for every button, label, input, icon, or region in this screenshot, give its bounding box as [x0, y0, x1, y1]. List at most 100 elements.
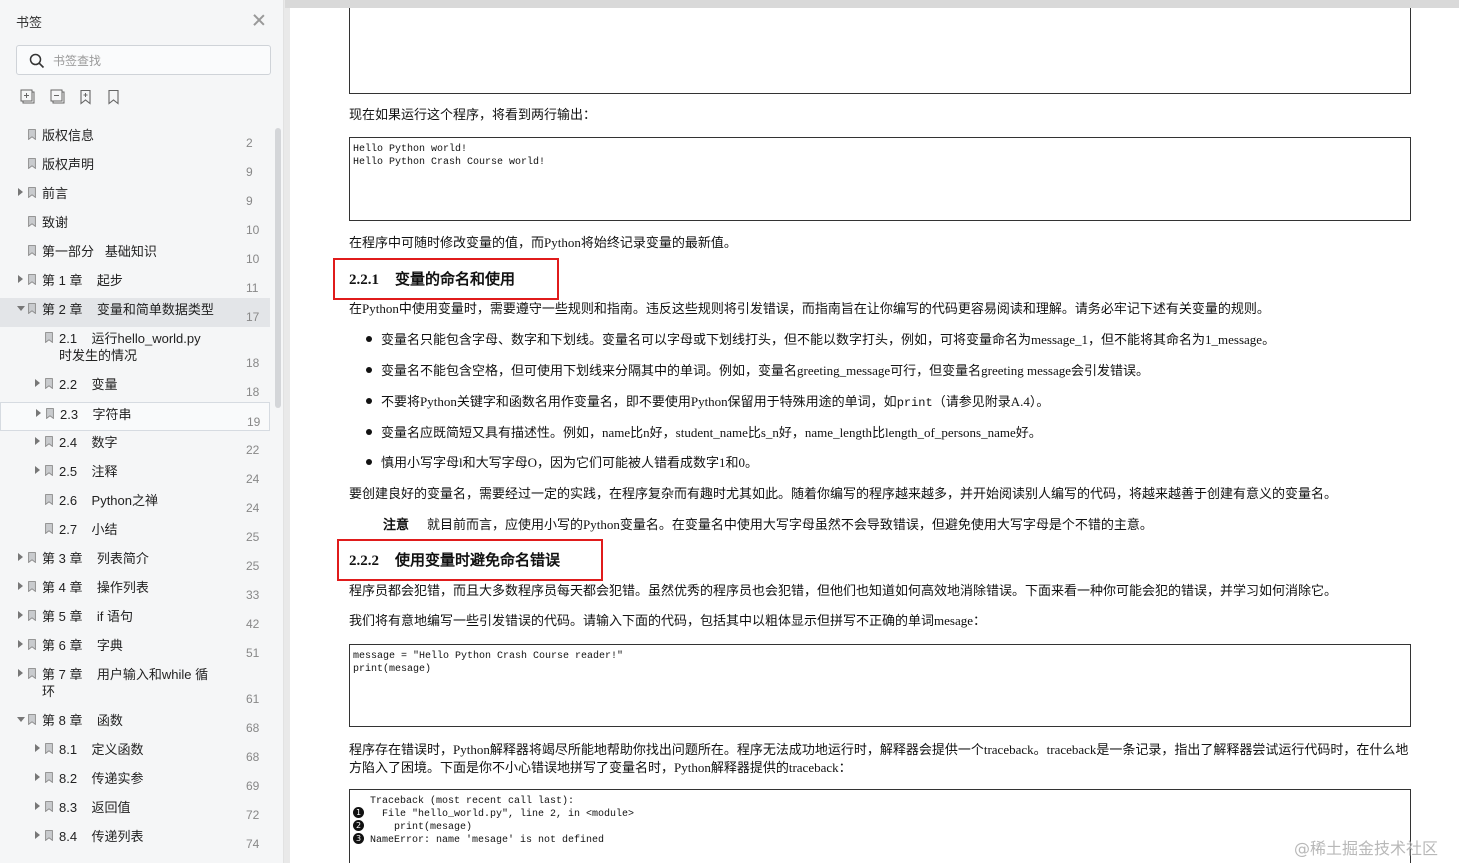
bookmark-icon	[45, 332, 53, 343]
collapse-all-icon[interactable]	[50, 89, 66, 105]
bookmark-icon	[28, 610, 36, 621]
paragraph-rules: 在Python中使用变量时，需要遵守一些规则和指南。违反这些规则将引发错误，而指…	[349, 301, 1270, 316]
paragraph-intent: 我们将有意地编写一些引发错误的代码。请输入下面的代码，包括其中以粗体显示但拼写不…	[349, 613, 986, 628]
bookmark-page-number: 33	[246, 588, 260, 602]
expand-all-icon[interactable]	[20, 89, 36, 105]
bookmark-page-number: 42	[246, 617, 260, 631]
bookmark-item[interactable]: 第一部分 基础知识 10	[0, 240, 270, 269]
output-code-box: Hello Python world! Hello Python Crash C…	[349, 137, 1411, 221]
section-title: 使用变量时避免命名错误	[395, 553, 561, 569]
chevron-right-icon[interactable]	[36, 409, 41, 417]
bookmark-icon	[45, 436, 53, 447]
paragraph-create-names: 要创建良好的变量名，需要经过一定的实践，在程序复杂而有趣时尤其如此。随着你编写的…	[349, 486, 1338, 501]
bookmark-search-box[interactable]	[16, 45, 271, 75]
bookmark-page-number: 74	[246, 837, 260, 851]
bookmark-item[interactable]: 致谢 10	[0, 211, 270, 240]
bookmark-page-number: 69	[246, 779, 260, 793]
bookmark-item[interactable]: 2.6 Python之禅 24	[0, 489, 270, 518]
bullet-text: 慎用小写字母l和大写字母O，因为它们可能被人错看成数字1和0。	[381, 455, 759, 470]
bookmark-icon	[28, 216, 36, 227]
chevron-right-icon[interactable]	[35, 379, 40, 387]
bookmark-item[interactable]: 第 7 章 用户输入和while 循 环 61	[0, 663, 270, 709]
bookmark-icon	[28, 187, 36, 198]
bookmark-icon	[28, 274, 36, 285]
bookmark-item[interactable]: 第 1 章 起步 11	[0, 269, 270, 298]
chevron-right-icon[interactable]	[18, 611, 23, 619]
bookmark-page-number: 72	[246, 808, 260, 822]
bookmark-page-number: 68	[246, 721, 260, 735]
chevron-right-icon[interactable]	[18, 553, 23, 561]
bookmark-item[interactable]: 版权信息 2	[0, 124, 270, 153]
bookmark-label: 第 4 章 操作列表	[42, 580, 149, 595]
watermark: @稀土掘金技术社区	[1294, 839, 1439, 858]
chevron-right-icon[interactable]	[35, 437, 40, 445]
bullet-item: 变量名应既简短又具有描述性。例如，name比n好，student_name比s_…	[366, 424, 1042, 442]
bookmark-icon	[28, 158, 36, 169]
bookmark-item[interactable]: 8.4 传递列表 74	[0, 825, 270, 854]
bookmark-page-number: 24	[246, 472, 260, 486]
chevron-right-icon[interactable]	[18, 582, 23, 590]
bookmark-item[interactable]: 前言 9	[0, 182, 270, 211]
chevron-down-icon[interactable]	[17, 717, 25, 722]
bookmark-item[interactable]: 第 3 章 列表简介 25	[0, 547, 270, 576]
bookmark-item[interactable]: 第 4 章 操作列表 33	[0, 576, 270, 605]
bookmark-label: 8.3 返回值	[59, 800, 131, 815]
bullet-text: 变量名只能包含字母、数字和下划线。变量名可以字母或下划线打头，但不能以数字打头，…	[381, 332, 1276, 347]
bookmark-item[interactable]: 2.2 变量 18	[0, 373, 270, 402]
bookmark-icon	[45, 830, 53, 841]
traceback-code-box: Traceback (most recent call last): 1 File…	[349, 789, 1411, 863]
chevron-right-icon[interactable]	[18, 669, 23, 677]
bookmark-item[interactable]: 8.2 传递实参 69	[0, 767, 270, 796]
bookmark-page-number: 10	[246, 223, 260, 237]
bookmark-page-number: 9	[246, 165, 253, 179]
bookmark-page-number: 2	[246, 136, 253, 150]
bookmark-icon	[45, 378, 53, 389]
bookmark-item[interactable]: 2.1 运行hello_world.py 时发生的情况 18	[0, 327, 270, 373]
bookmark-item[interactable]: 2.4 数字 22	[0, 431, 270, 460]
close-icon[interactable]	[251, 12, 267, 28]
chevron-right-icon[interactable]	[35, 466, 40, 474]
bookmark-item[interactable]: 2.7 小结 25	[0, 518, 270, 547]
bookmark-label: 版权声明	[42, 157, 95, 172]
bookmark-item[interactable]: 第 2 章 变量和简单数据类型 17	[0, 298, 270, 327]
bookmark-icon	[28, 552, 36, 563]
bookmark-item[interactable]: 2.3 字符串 19	[0, 402, 270, 431]
bookmark-item[interactable]: 第 5 章 if 语句 42	[0, 605, 270, 634]
chevron-right-icon[interactable]	[18, 188, 23, 196]
bookmark-label: 2.1 运行hello_world.py 时发生的情况	[59, 331, 201, 363]
code-box-mesage: message = "Hello Python Crash Course rea…	[349, 644, 1411, 727]
bullet-dot	[366, 398, 372, 405]
bookmark-page-number: 17	[246, 310, 260, 324]
chevron-right-icon[interactable]	[35, 744, 40, 752]
sidebar-scrollbar[interactable]	[275, 128, 281, 408]
inline-code: print	[896, 396, 933, 410]
bookmark-label: 第 2 章 变量和简单数据类型	[42, 302, 214, 317]
bookmark-page-number: 9	[246, 194, 253, 208]
bookmark-icon	[28, 639, 36, 650]
chevron-down-icon[interactable]	[17, 306, 25, 311]
bookmark-page-number: 18	[246, 385, 260, 399]
chevron-right-icon[interactable]	[18, 640, 23, 648]
bookmark-label: 2.6 Python之禅	[59, 493, 158, 508]
bookmark-item[interactable]: 8.3 返回值 72	[0, 796, 270, 825]
chevron-right-icon[interactable]	[35, 773, 40, 781]
add-bookmark-icon[interactable]	[78, 89, 94, 105]
bookmark-page-number: 68	[246, 750, 260, 764]
code-box-previous	[349, 8, 1411, 94]
bookmark-label: 8.1 定义函数	[59, 742, 144, 757]
bookmark-item[interactable]: 第 6 章 字典 51	[0, 634, 270, 663]
bookmark-item[interactable]: 2.5 注释 24	[0, 460, 270, 489]
bullet-text: 不要将Python关键字和函数名用作变量名，即不要使用Python保留用于特殊用…	[381, 394, 897, 409]
bookmark-item[interactable]: 第 8 章 函数 68	[0, 709, 270, 738]
bookmark-icon[interactable]	[106, 89, 122, 105]
bookmark-label: 2.4 数字	[59, 435, 118, 450]
bookmark-item[interactable]: 8.1 定义函数 68	[0, 738, 270, 767]
bookmark-label: 2.3 字符串	[60, 407, 132, 422]
chevron-right-icon[interactable]	[35, 802, 40, 810]
bookmark-search-input[interactable]	[53, 51, 263, 71]
chevron-right-icon[interactable]	[18, 275, 23, 283]
bookmark-item[interactable]: 版权声明 9	[0, 153, 270, 182]
bullet-dot	[366, 336, 372, 343]
chevron-right-icon[interactable]	[35, 831, 40, 839]
bullet-item: 慎用小写字母l和大写字母O，因为它们可能被人错看成数字1和0。	[366, 454, 758, 472]
